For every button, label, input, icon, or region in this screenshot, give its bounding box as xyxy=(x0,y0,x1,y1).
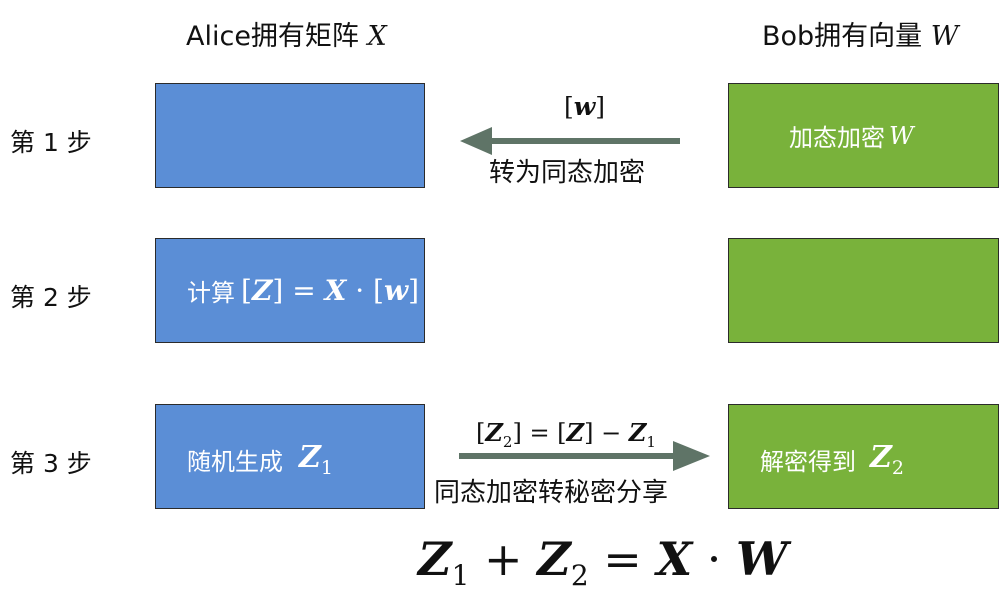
step1-bob-var: W xyxy=(889,121,914,150)
step3-bob-label: 解密得到 Z2 xyxy=(760,440,904,479)
step-1-label: 第 1 步 xyxy=(10,128,92,157)
step-3-label: 第 3 步 xyxy=(10,449,92,478)
step3-arrow xyxy=(459,441,710,471)
step1-alice-box xyxy=(155,83,425,188)
step-2-label: 第 2 步 xyxy=(10,283,92,312)
final-formula: Z1 + Z2 = X · W xyxy=(418,532,788,593)
alice-var: X xyxy=(367,21,387,52)
step2-bob-box xyxy=(728,238,999,343)
bob-header: Bob拥有向量 W xyxy=(762,21,959,52)
step1-bob-label: 加态加密 W xyxy=(789,121,914,153)
step2-alice-label: 计算 [Z] = X · [w] xyxy=(187,274,419,307)
step1-arrow-formula: [w] xyxy=(564,92,606,121)
step3-arrow-label: 同态加密转秘密分享 xyxy=(434,478,669,508)
bob-var: W xyxy=(930,21,959,52)
step1-arrow-label: 转为同态加密 xyxy=(489,158,646,188)
alice-header: Alice拥有矩阵 X xyxy=(186,21,387,52)
step3-alice-label: 随机生成 Z1 xyxy=(187,440,333,479)
